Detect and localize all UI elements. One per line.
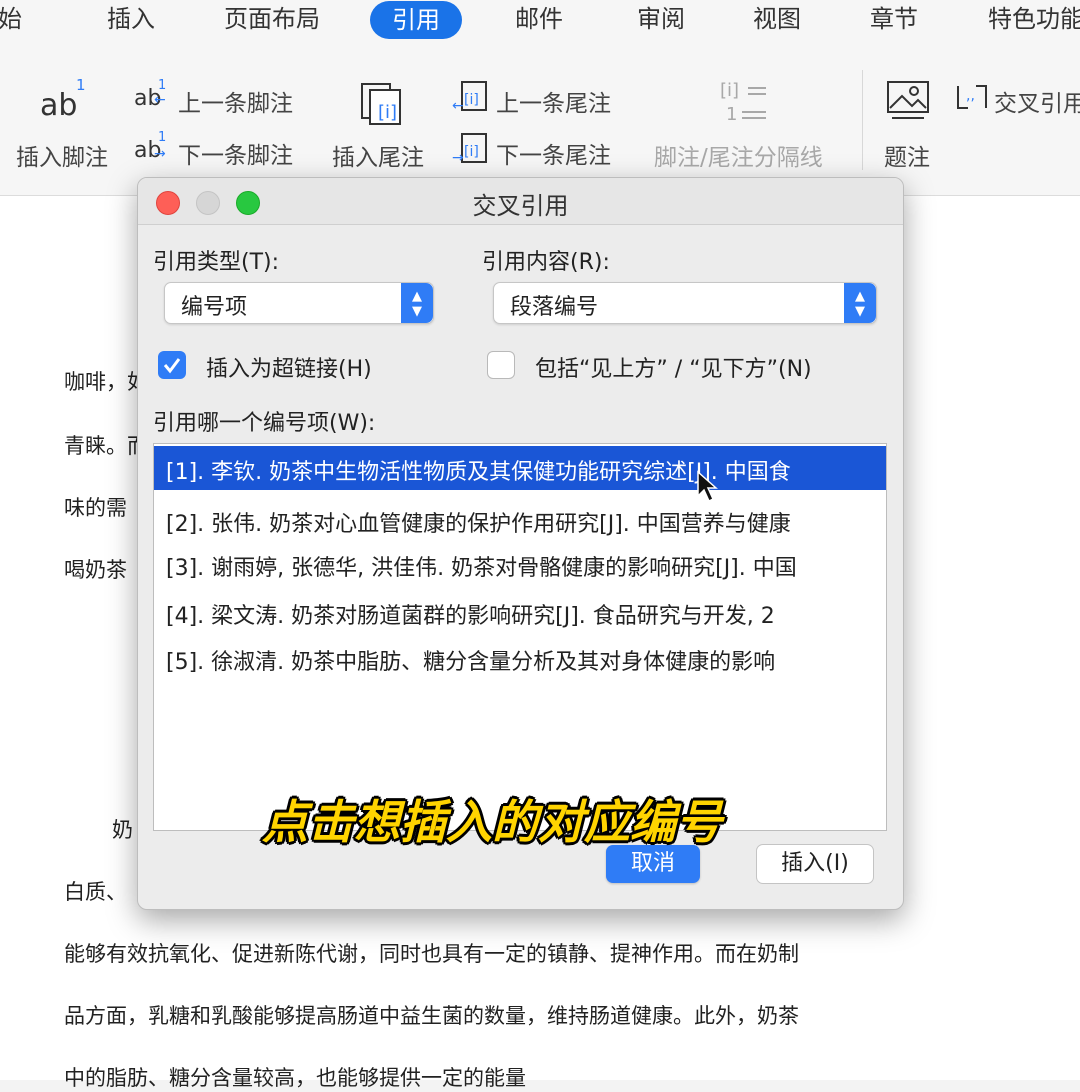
insert-footnote-button[interactable]: 插入脚注 bbox=[16, 138, 108, 172]
tab-insert[interactable]: 插入 bbox=[107, 0, 155, 40]
next-footnote-icon[interactable]: ab 1 → bbox=[134, 130, 172, 166]
tab-page-layout[interactable]: 页面布局 bbox=[224, 0, 320, 40]
list-item[interactable]: [3]. 谢雨婷, 张德华, 洪佳伟. 奶茶对骨骼健康的影响研究[J]. 中国 bbox=[154, 542, 886, 586]
doc-text-line: 白质、 bbox=[64, 880, 127, 904]
list-item[interactable]: [2]. 张伟. 奶茶对心血管健康的保护作用研究[J]. 中国营养与健康 bbox=[154, 498, 886, 542]
svg-text:[i]: [i] bbox=[464, 144, 479, 160]
insert-button[interactable]: 插入(I) bbox=[756, 844, 874, 884]
numbered-items-list[interactable]: [1]. 李钦. 奶茶中生物活性物质及其保健功能研究综述[J]. 中国食 [2]… bbox=[153, 443, 887, 831]
tab-home[interactable]: 开始 bbox=[0, 0, 22, 40]
caption-button[interactable]: 题注 bbox=[884, 138, 930, 172]
include-above-below-label[interactable]: 包括“见上方” / “见下方”(N) bbox=[535, 351, 812, 383]
next-footnote-button[interactable]: 下一条脚注 bbox=[178, 136, 293, 170]
reference-content-label: 引用内容(R): bbox=[482, 250, 610, 275]
caption-icon[interactable] bbox=[886, 80, 930, 120]
svg-text:[i]: [i] bbox=[720, 80, 739, 101]
tab-review[interactable]: 审阅 bbox=[637, 0, 685, 40]
doc-text-line: 咖啡，如 bbox=[64, 370, 148, 394]
reference-type-value: 编号项 bbox=[181, 295, 248, 320]
doc-text-line: 能够有效抗氧化、促进新陈代谢，同时也具有一定的镇静、提神作用。而在奶制 bbox=[64, 942, 799, 966]
ribbon-divider bbox=[862, 70, 863, 170]
doc-text-line: 品方面，乳糖和乳酸能够提高肠道中益生菌的数量，维持肠道健康。此外，奶茶 bbox=[64, 1004, 799, 1028]
endnote-icon[interactable]: [i] bbox=[358, 80, 406, 126]
footnote-separator-button[interactable]: 脚注/尾注分隔线 bbox=[654, 138, 823, 172]
doc-text-line: 味的需 bbox=[64, 496, 127, 520]
prev-footnote-icon[interactable]: ab 1 ← bbox=[134, 78, 172, 114]
checkmark-icon bbox=[163, 358, 181, 374]
cross-ref-icon[interactable]: ,, bbox=[954, 82, 990, 112]
reference-content-select[interactable]: 段落编号 ▲ ▼ bbox=[493, 282, 877, 324]
dialog-titlebar[interactable]: 交叉引用 bbox=[138, 178, 903, 225]
svg-text:[i]: [i] bbox=[378, 102, 397, 123]
include-above-below-checkbox[interactable] bbox=[487, 351, 515, 379]
prev-endnote-icon[interactable]: [i] ← bbox=[452, 80, 490, 114]
reference-content-value: 段落编号 bbox=[510, 295, 599, 320]
tab-special-features[interactable]: 特色功能 bbox=[988, 0, 1080, 40]
list-item[interactable]: [1]. 李钦. 奶茶中生物活性物质及其保健功能研究综述[J]. 中国食 bbox=[154, 446, 886, 490]
tab-references[interactable]: 引用 bbox=[370, 1, 462, 39]
video-subtitle: 点击想插入的对应编号 bbox=[262, 795, 722, 849]
chevron-updown-icon[interactable]: ▲ ▼ bbox=[401, 283, 433, 323]
doc-text-line: 中的脂肪、糖分含量较高，也能够提供一定的能量 bbox=[64, 1066, 526, 1090]
doc-text-line: 奶 bbox=[112, 818, 133, 842]
svg-text:[i]: [i] bbox=[464, 92, 479, 108]
next-endnote-icon[interactable]: [i] → bbox=[452, 132, 490, 166]
reference-type-select[interactable]: 编号项 ▲ ▼ bbox=[164, 282, 434, 324]
separator-icon: [i] 1 bbox=[720, 80, 766, 125]
chevron-updown-icon[interactable]: ▲ ▼ bbox=[844, 283, 876, 323]
list-item[interactable]: [5]. 徐淑清. 奶茶中脂肪、糖分含量分析及其对身体健康的影响 bbox=[154, 636, 886, 680]
svg-text:→: → bbox=[452, 150, 464, 166]
footnote-icon[interactable]: ab 1 bbox=[40, 76, 90, 124]
svg-text:←: ← bbox=[452, 98, 464, 114]
prev-footnote-button[interactable]: 上一条脚注 bbox=[178, 84, 293, 118]
next-endnote-button[interactable]: 下一条尾注 bbox=[496, 136, 611, 170]
svg-text:1: 1 bbox=[726, 104, 737, 125]
tab-mail[interactable]: 邮件 bbox=[515, 0, 563, 40]
insert-hyperlink-checkbox[interactable] bbox=[158, 351, 186, 379]
cross-reference-button[interactable]: 交叉引用 bbox=[994, 84, 1080, 118]
ribbon-tab-bar: 开始 插入 页面布局 引用 邮件 审阅 视图 章节 特色功能 bbox=[0, 0, 1080, 40]
which-item-label: 引用哪一个编号项(W): bbox=[153, 411, 376, 436]
insert-hyperlink-label[interactable]: 插入为超链接(H) bbox=[206, 351, 372, 383]
doc-text-line: 青睐。而 bbox=[64, 434, 148, 458]
insert-endnote-button[interactable]: 插入尾注 bbox=[332, 138, 424, 172]
tab-view[interactable]: 视图 bbox=[753, 0, 801, 40]
list-item[interactable]: [4]. 梁文涛. 奶茶对肠道菌群的影响研究[J]. 食品研究与开发, 2 bbox=[154, 590, 886, 634]
cursor-icon bbox=[697, 470, 718, 503]
tab-section[interactable]: 章节 bbox=[870, 0, 918, 40]
ribbon-toolbar: ab 1 插入脚注 ab 1 ← 上一条脚注 ab 1 → 下一条脚注 [i] … bbox=[0, 40, 1080, 196]
dialog-title: 交叉引用 bbox=[472, 192, 569, 220]
prev-endnote-button[interactable]: 上一条尾注 bbox=[496, 84, 611, 118]
doc-text-line: 喝奶茶 bbox=[64, 558, 127, 582]
svg-text:,,: ,, bbox=[966, 88, 975, 104]
reference-type-label: 引用类型(T): bbox=[153, 250, 280, 275]
